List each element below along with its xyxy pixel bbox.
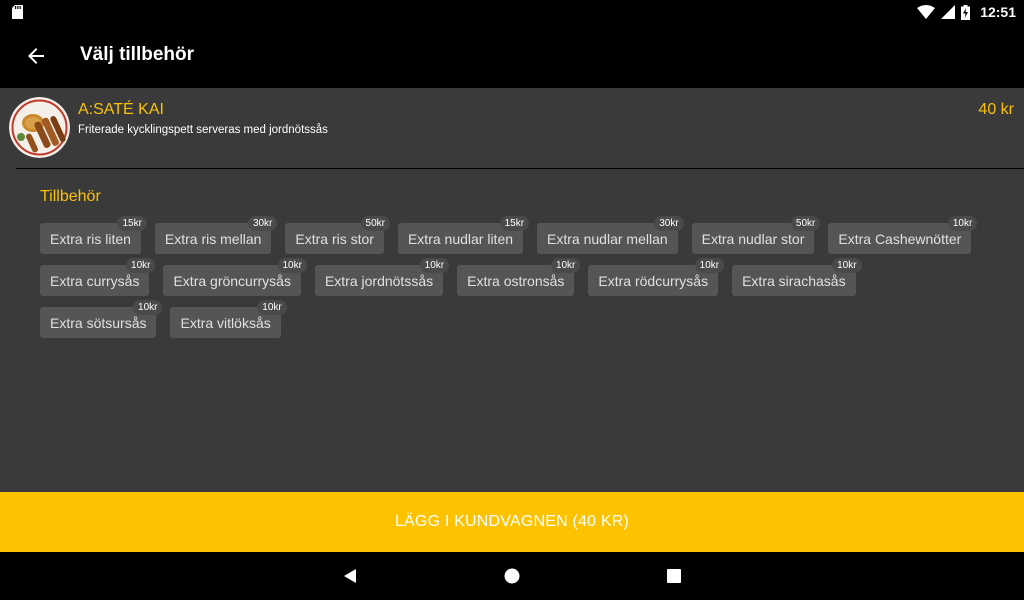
addon-chip[interactable]: Extra currysås 10kr [40, 258, 156, 296]
addon-chip[interactable]: Extra ris mellan 30kr [154, 216, 278, 254]
product-description: Friterade kycklingspett serveras med jor… [78, 124, 328, 136]
nav-recents-button[interactable] [658, 560, 690, 592]
system-nav-bar [0, 552, 1024, 600]
addon-price-badge: 10kr [133, 300, 163, 315]
addon-price-badge: 50kr [790, 216, 821, 231]
circle-home-icon [504, 568, 520, 584]
status-icons: 12:51 [917, 0, 1016, 24]
addon-label: Extra ostronsås [467, 272, 565, 289]
nav-back-button[interactable] [334, 560, 366, 592]
app-bar: Välj tillbehör [0, 24, 1024, 88]
product-image [9, 97, 70, 158]
addon-chip[interactable]: Extra ostronsås 10kr [457, 258, 581, 296]
addon-label: Extra ris liten [50, 230, 131, 247]
square-recents-icon [667, 569, 681, 583]
addon-chip[interactable]: Extra sötsursås 10kr [40, 300, 163, 338]
addon-chip[interactable]: Extra rödcurrysås 10kr [588, 258, 725, 296]
addon-price-badge: 10kr [832, 258, 862, 273]
addon-price-badge: 10kr [550, 258, 581, 273]
addon-label: Extra nudlar liten [407, 230, 514, 247]
battery-charging-icon [961, 4, 971, 20]
addon-price-badge: 10kr [947, 216, 978, 231]
addon-label: Extra sirachasås [742, 272, 846, 289]
addon-price-badge: 10kr [257, 300, 287, 315]
addon-chip[interactable]: Extra jordnötssås 10kr [314, 258, 450, 296]
addon-price-badge: 30kr [654, 216, 684, 231]
page-title: Välj tillbehör [80, 44, 195, 65]
addon-label: Extra jordnötssås [324, 272, 434, 289]
addon-label: Extra ris mellan [164, 230, 262, 247]
product-name: A:SATÉ KAI [78, 101, 164, 118]
addon-label: Extra gröncurrysås [173, 272, 291, 289]
addon-label: Extra vitlöksås [180, 314, 271, 331]
back-button[interactable] [16, 36, 56, 76]
addon-chip[interactable]: Extra sirachasås 10kr [732, 258, 862, 296]
addon-row: Extra currysås 10kr Extra gröncurrysås 10k… [40, 258, 862, 296]
add-to-cart-button[interactable]: LÄGG I KUNDVAGNEN (40 KR) [0, 492, 1024, 552]
addon-chip[interactable]: Extra nudlar liten 15kr [397, 216, 530, 254]
addon-label: Extra currysås [50, 272, 140, 289]
triangle-back-icon [344, 569, 356, 583]
cell-signal-icon [941, 5, 956, 19]
product-price: 40 kr [978, 101, 1014, 118]
addon-price-badge: 50kr [360, 216, 390, 231]
addon-chip[interactable]: Extra ris liten 15kr [40, 216, 147, 254]
addon-price-badge: 15kr [499, 216, 530, 231]
addon-price-badge: 10kr [694, 258, 725, 273]
status-bar: 12:51 [0, 0, 1024, 24]
addon-row: Extra sötsursås 10kr Extra vitlöksås 10kr [40, 300, 287, 338]
divider [16, 168, 1024, 169]
addon-label: Extra sötsursås [50, 314, 147, 331]
addon-chip[interactable]: Extra vitlöksås 10kr [170, 300, 287, 338]
status-clock: 12:51 [980, 4, 1016, 20]
addon-price-badge: 15kr [117, 216, 147, 231]
addon-chip[interactable]: Extra nudlar stor 50kr [691, 216, 821, 254]
addon-row: Extra ris liten 15kr Extra ris mellan 30kr… [40, 216, 978, 254]
addon-chip[interactable]: Extra gröncurrysås 10kr [163, 258, 307, 296]
addon-price-badge: 10kr [419, 258, 450, 273]
addon-label: Extra Cashewnötter [838, 230, 962, 247]
addon-price-badge: 10kr [277, 258, 307, 273]
addon-label: Extra ris stor [295, 230, 374, 247]
product-header: A:SATÉ KAI Friterade kycklingspett serve… [0, 88, 1024, 168]
sd-card-icon [12, 5, 23, 19]
addon-price-badge: 30kr [247, 216, 278, 231]
addon-chip[interactable]: Extra nudlar mellan 30kr [537, 216, 684, 254]
nav-home-button[interactable] [496, 560, 528, 592]
addon-label: Extra rödcurrysås [598, 272, 709, 289]
addon-chip[interactable]: Extra ris stor 50kr [285, 216, 390, 254]
main-content: A:SATÉ KAI Friterade kycklingspett serve… [0, 88, 1024, 492]
addon-price-badge: 10kr [126, 258, 156, 273]
arrow-left-icon [28, 48, 44, 64]
wifi-icon [917, 5, 936, 19]
addon-label: Extra nudlar stor [701, 230, 805, 247]
addon-label: Extra nudlar mellan [547, 230, 668, 247]
addon-chip[interactable]: Extra Cashewnötter 10kr [828, 216, 978, 254]
addons-section-title: Tillbehör [40, 188, 101, 205]
